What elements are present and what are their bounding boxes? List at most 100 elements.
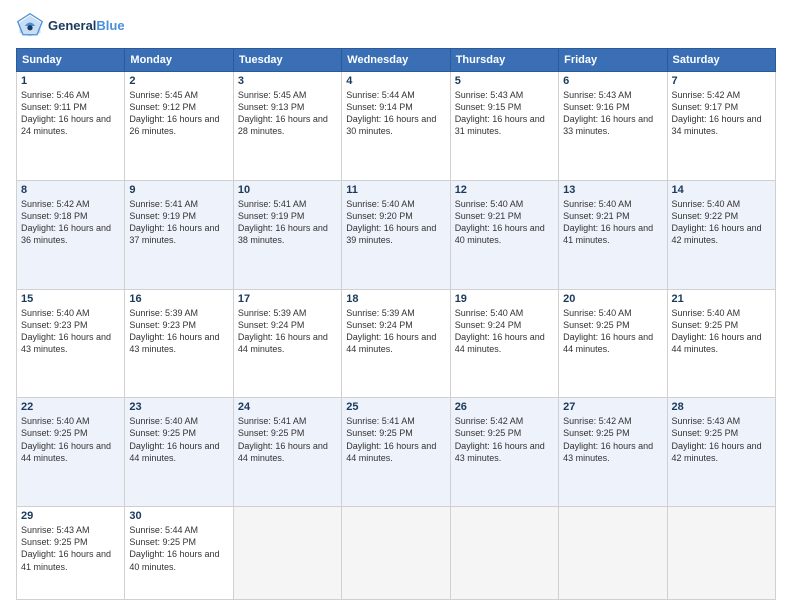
table-row <box>233 507 341 600</box>
col-thursday: Thursday <box>450 49 558 72</box>
table-row: 10 Sunrise: 5:41 AM Sunset: 9:19 PM Dayl… <box>233 180 341 289</box>
day-info: Sunrise: 5:44 AM Sunset: 9:25 PM Dayligh… <box>129 524 228 573</box>
day-number: 27 <box>563 401 662 413</box>
day-number: 9 <box>129 184 228 196</box>
col-saturday: Saturday <box>667 49 775 72</box>
day-number: 28 <box>672 401 771 413</box>
day-info: Sunrise: 5:39 AM Sunset: 9:23 PM Dayligh… <box>129 307 228 356</box>
day-info: Sunrise: 5:42 AM Sunset: 9:17 PM Dayligh… <box>672 89 771 138</box>
table-row: 25 Sunrise: 5:41 AM Sunset: 9:25 PM Dayl… <box>342 398 450 507</box>
day-info: Sunrise: 5:40 AM Sunset: 9:25 PM Dayligh… <box>21 415 120 464</box>
calendar-week-row: 1 Sunrise: 5:46 AM Sunset: 9:11 PM Dayli… <box>17 72 776 181</box>
day-info: Sunrise: 5:40 AM Sunset: 9:25 PM Dayligh… <box>563 307 662 356</box>
table-row: 27 Sunrise: 5:42 AM Sunset: 9:25 PM Dayl… <box>559 398 667 507</box>
day-info: Sunrise: 5:40 AM Sunset: 9:21 PM Dayligh… <box>563 198 662 247</box>
table-row: 20 Sunrise: 5:40 AM Sunset: 9:25 PM Dayl… <box>559 289 667 398</box>
day-number: 18 <box>346 293 445 305</box>
day-number: 14 <box>672 184 771 196</box>
day-number: 12 <box>455 184 554 196</box>
table-row: 28 Sunrise: 5:43 AM Sunset: 9:25 PM Dayl… <box>667 398 775 507</box>
logo-text: GeneralBlue <box>48 18 125 34</box>
table-row: 24 Sunrise: 5:41 AM Sunset: 9:25 PM Dayl… <box>233 398 341 507</box>
day-info: Sunrise: 5:41 AM Sunset: 9:25 PM Dayligh… <box>346 415 445 464</box>
col-sunday: Sunday <box>17 49 125 72</box>
day-number: 4 <box>346 75 445 87</box>
table-row: 13 Sunrise: 5:40 AM Sunset: 9:21 PM Dayl… <box>559 180 667 289</box>
calendar-week-row: 22 Sunrise: 5:40 AM Sunset: 9:25 PM Dayl… <box>17 398 776 507</box>
day-number: 15 <box>21 293 120 305</box>
table-row <box>559 507 667 600</box>
calendar-week-row: 29 Sunrise: 5:43 AM Sunset: 9:25 PM Dayl… <box>17 507 776 600</box>
day-number: 6 <box>563 75 662 87</box>
day-info: Sunrise: 5:41 AM Sunset: 9:19 PM Dayligh… <box>129 198 228 247</box>
day-info: Sunrise: 5:44 AM Sunset: 9:14 PM Dayligh… <box>346 89 445 138</box>
table-row: 17 Sunrise: 5:39 AM Sunset: 9:24 PM Dayl… <box>233 289 341 398</box>
col-friday: Friday <box>559 49 667 72</box>
table-row: 14 Sunrise: 5:40 AM Sunset: 9:22 PM Dayl… <box>667 180 775 289</box>
day-info: Sunrise: 5:45 AM Sunset: 9:13 PM Dayligh… <box>238 89 337 138</box>
day-info: Sunrise: 5:41 AM Sunset: 9:25 PM Dayligh… <box>238 415 337 464</box>
day-info: Sunrise: 5:41 AM Sunset: 9:19 PM Dayligh… <box>238 198 337 247</box>
day-info: Sunrise: 5:43 AM Sunset: 9:25 PM Dayligh… <box>21 524 120 573</box>
table-row: 16 Sunrise: 5:39 AM Sunset: 9:23 PM Dayl… <box>125 289 233 398</box>
day-info: Sunrise: 5:45 AM Sunset: 9:12 PM Dayligh… <box>129 89 228 138</box>
table-row: 15 Sunrise: 5:40 AM Sunset: 9:23 PM Dayl… <box>17 289 125 398</box>
day-number: 22 <box>21 401 120 413</box>
day-info: Sunrise: 5:42 AM Sunset: 9:25 PM Dayligh… <box>455 415 554 464</box>
table-row <box>667 507 775 600</box>
table-row: 12 Sunrise: 5:40 AM Sunset: 9:21 PM Dayl… <box>450 180 558 289</box>
calendar-week-row: 15 Sunrise: 5:40 AM Sunset: 9:23 PM Dayl… <box>17 289 776 398</box>
calendar: Sunday Monday Tuesday Wednesday Thursday… <box>16 48 776 600</box>
day-number: 10 <box>238 184 337 196</box>
day-info: Sunrise: 5:43 AM Sunset: 9:25 PM Dayligh… <box>672 415 771 464</box>
day-info: Sunrise: 5:40 AM Sunset: 9:24 PM Dayligh… <box>455 307 554 356</box>
table-row: 18 Sunrise: 5:39 AM Sunset: 9:24 PM Dayl… <box>342 289 450 398</box>
day-number: 11 <box>346 184 445 196</box>
day-info: Sunrise: 5:40 AM Sunset: 9:25 PM Dayligh… <box>129 415 228 464</box>
day-info: Sunrise: 5:43 AM Sunset: 9:16 PM Dayligh… <box>563 89 662 138</box>
logo-icon <box>16 12 44 40</box>
header: GeneralBlue <box>16 12 776 40</box>
day-info: Sunrise: 5:42 AM Sunset: 9:25 PM Dayligh… <box>563 415 662 464</box>
day-info: Sunrise: 5:40 AM Sunset: 9:23 PM Dayligh… <box>21 307 120 356</box>
day-number: 29 <box>21 510 120 522</box>
table-row: 23 Sunrise: 5:40 AM Sunset: 9:25 PM Dayl… <box>125 398 233 507</box>
table-row: 8 Sunrise: 5:42 AM Sunset: 9:18 PM Dayli… <box>17 180 125 289</box>
day-number: 16 <box>129 293 228 305</box>
col-tuesday: Tuesday <box>233 49 341 72</box>
day-info: Sunrise: 5:46 AM Sunset: 9:11 PM Dayligh… <box>21 89 120 138</box>
day-info: Sunrise: 5:40 AM Sunset: 9:22 PM Dayligh… <box>672 198 771 247</box>
day-info: Sunrise: 5:39 AM Sunset: 9:24 PM Dayligh… <box>346 307 445 356</box>
day-number: 2 <box>129 75 228 87</box>
table-row: 21 Sunrise: 5:40 AM Sunset: 9:25 PM Dayl… <box>667 289 775 398</box>
day-number: 13 <box>563 184 662 196</box>
day-number: 3 <box>238 75 337 87</box>
day-number: 8 <box>21 184 120 196</box>
table-row: 9 Sunrise: 5:41 AM Sunset: 9:19 PM Dayli… <box>125 180 233 289</box>
logo: GeneralBlue <box>16 12 125 40</box>
day-number: 26 <box>455 401 554 413</box>
table-row: 22 Sunrise: 5:40 AM Sunset: 9:25 PM Dayl… <box>17 398 125 507</box>
day-number: 1 <box>21 75 120 87</box>
table-row: 4 Sunrise: 5:44 AM Sunset: 9:14 PM Dayli… <box>342 72 450 181</box>
day-info: Sunrise: 5:39 AM Sunset: 9:24 PM Dayligh… <box>238 307 337 356</box>
day-number: 24 <box>238 401 337 413</box>
table-row <box>450 507 558 600</box>
day-info: Sunrise: 5:40 AM Sunset: 9:20 PM Dayligh… <box>346 198 445 247</box>
table-row <box>342 507 450 600</box>
day-info: Sunrise: 5:40 AM Sunset: 9:21 PM Dayligh… <box>455 198 554 247</box>
day-number: 7 <box>672 75 771 87</box>
table-row: 3 Sunrise: 5:45 AM Sunset: 9:13 PM Dayli… <box>233 72 341 181</box>
col-wednesday: Wednesday <box>342 49 450 72</box>
table-row: 29 Sunrise: 5:43 AM Sunset: 9:25 PM Dayl… <box>17 507 125 600</box>
table-row: 2 Sunrise: 5:45 AM Sunset: 9:12 PM Dayli… <box>125 72 233 181</box>
table-row: 6 Sunrise: 5:43 AM Sunset: 9:16 PM Dayli… <box>559 72 667 181</box>
table-row: 26 Sunrise: 5:42 AM Sunset: 9:25 PM Dayl… <box>450 398 558 507</box>
table-row: 7 Sunrise: 5:42 AM Sunset: 9:17 PM Dayli… <box>667 72 775 181</box>
col-monday: Monday <box>125 49 233 72</box>
day-number: 5 <box>455 75 554 87</box>
day-number: 30 <box>129 510 228 522</box>
day-number: 20 <box>563 293 662 305</box>
table-row: 19 Sunrise: 5:40 AM Sunset: 9:24 PM Dayl… <box>450 289 558 398</box>
table-row: 5 Sunrise: 5:43 AM Sunset: 9:15 PM Dayli… <box>450 72 558 181</box>
